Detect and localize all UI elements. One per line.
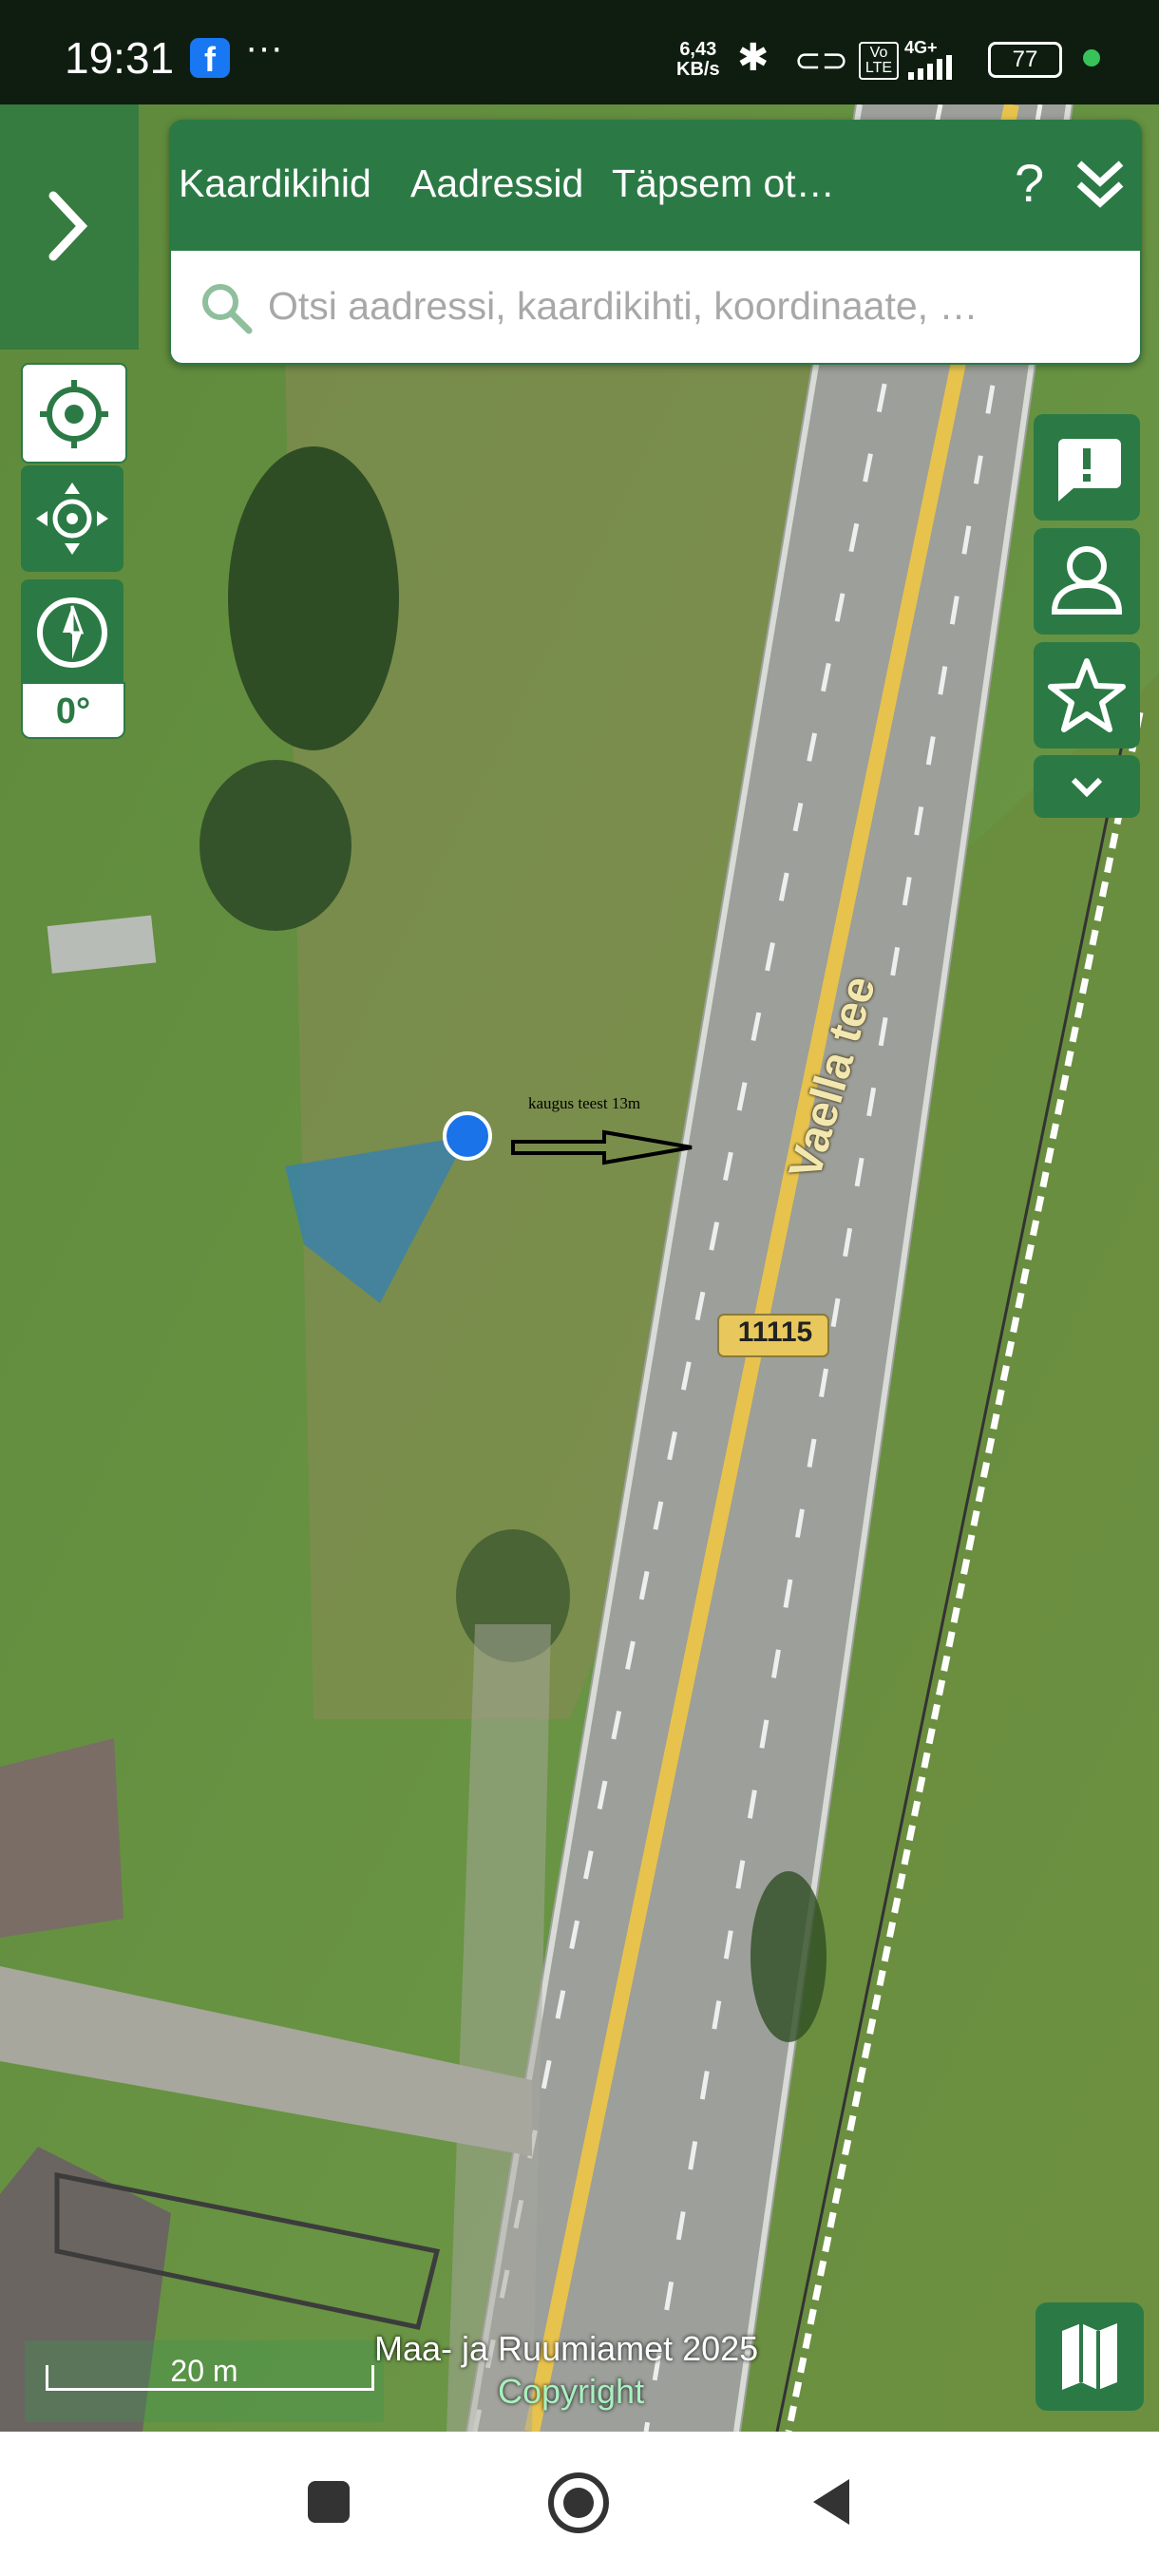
more-notifications: ··· [245, 27, 283, 68]
distance-note: kaugus teest 13m [528, 1094, 641, 1112]
move-crosshair-icon [36, 483, 108, 555]
net-speed-value: 6,43 [679, 39, 717, 60]
help-button[interactable]: ? [1015, 152, 1044, 214]
back-icon[interactable] [804, 2473, 861, 2530]
battery-indicator: 77 [988, 42, 1062, 78]
compass-button[interactable] [21, 579, 124, 686]
locate-button[interactable] [21, 363, 127, 464]
rotation-readout: 0° [21, 682, 125, 739]
feedback-button[interactable] [1034, 414, 1140, 521]
copyright-link[interactable]: Copyright [498, 2372, 644, 2412]
chevron-down-icon [1071, 777, 1103, 798]
aerial-map[interactable] [0, 104, 1159, 2432]
search-icon [202, 284, 253, 334]
tab-advanced-search[interactable]: Täpsem ot… [612, 161, 835, 206]
double-chevron-down-icon[interactable] [1072, 154, 1129, 211]
sidebar-toggle-button[interactable] [0, 104, 139, 350]
more-tools-button[interactable] [1034, 755, 1140, 818]
locate-icon [40, 380, 108, 448]
home-icon[interactable] [545, 2470, 612, 2536]
star-icon [1048, 658, 1126, 732]
account-button[interactable] [1034, 528, 1140, 635]
panel-tabs: Kaardikihid Aadressid Täpsem ot… ? [169, 120, 1142, 251]
basemap-button[interactable] [1036, 2302, 1144, 2411]
feedback-icon [1058, 439, 1121, 502]
compass-icon [37, 597, 107, 668]
scale-bar: 20 m [25, 2340, 384, 2422]
search-box [169, 251, 1142, 365]
current-location-marker [443, 1111, 492, 1161]
favorites-button[interactable] [1034, 642, 1140, 748]
system-navigation-bar [0, 2432, 1159, 2576]
status-time: 19:31 [65, 33, 175, 83]
map-icon [1062, 2323, 1117, 2390]
bluetooth-icon: ✱ [737, 37, 770, 79]
map-attribution: Maa- ja Ruumiamet 2025 [374, 2329, 759, 2368]
privacy-dot [1083, 49, 1100, 66]
hotspot-icon: ⊂⊃ [794, 43, 848, 79]
recent-apps-icon[interactable] [300, 2473, 357, 2530]
volte-icon: Vo LTE [859, 42, 899, 80]
search-input[interactable] [266, 274, 1106, 338]
signal-icon [908, 55, 952, 80]
user-icon [1051, 546, 1123, 615]
scale-label: 20 m [170, 2354, 238, 2388]
road-number-label: 11115 [737, 1316, 813, 1348]
net-speed-unit: KB/s [676, 59, 720, 80]
map-view[interactable]: Vaella tee 11115 [0, 104, 1159, 2432]
chevron-right-icon [48, 191, 88, 261]
tab-map-layers[interactable]: Kaardikihid [179, 161, 371, 206]
pan-crosshair-button[interactable] [21, 465, 124, 572]
net-speed: 6,43 KB/s [676, 40, 720, 80]
facebook-icon: f [190, 38, 230, 79]
status-bar: 19:31 f ··· 6,43 KB/s ✱ ⊂⊃ Vo LTE 4G+ 77 [0, 0, 1159, 104]
tab-addresses[interactable]: Aadressid [410, 161, 583, 206]
search-panel: Kaardikihid Aadressid Täpsem ot… ? [169, 120, 1142, 365]
